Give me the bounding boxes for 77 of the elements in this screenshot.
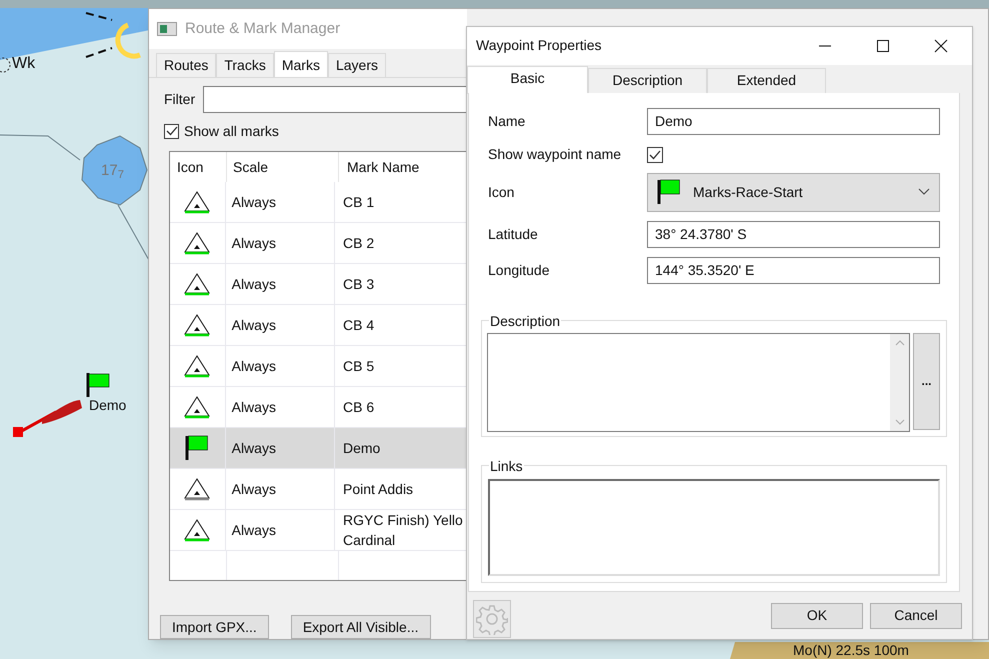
waypoint-label: Demo: [89, 396, 126, 415]
table-row[interactable]: Always CB 4: [170, 305, 467, 346]
icon-dropdown[interactable]: Marks-Race-Start: [647, 172, 940, 212]
table-cell-text: Always: [232, 438, 276, 458]
checkbox[interactable]: [647, 146, 663, 163]
depth-label: 17$_{7}$: [101, 161, 124, 182]
table-cell-text: Always: [232, 316, 276, 335]
button[interactable]: Export All Visible...: [290, 615, 430, 639]
filter-label: Filter: [164, 90, 196, 110]
window-title: Waypoint Properties: [476, 36, 603, 56]
table-cell-text: Always: [232, 480, 276, 499]
button[interactable]: Cancel: [870, 602, 962, 629]
window-app-icon: [157, 22, 177, 36]
checkbox-label: Show all marks: [184, 122, 279, 141]
table-cell-text: Always: [232, 398, 276, 417]
checkmark-icon: [166, 126, 178, 136]
table-cell-text: Always: [232, 356, 276, 376]
table-cell-text: CB 2: [343, 234, 376, 254]
table-cell-text: CB 1: [343, 193, 376, 212]
table-cell-text: Always: [232, 274, 276, 294]
table-cell-text: CB 3: [343, 275, 376, 294]
depth-area: [81, 135, 148, 206]
filter-field[interactable]: [203, 86, 467, 114]
flag-icon[interactable]: [86, 373, 110, 397]
close-icon[interactable]: [934, 38, 948, 53]
tab[interactable]: Layers: [328, 53, 386, 78]
tab[interactable]: Routes: [156, 53, 216, 78]
tab[interactable]: Extended: [707, 68, 826, 93]
field-label: Longitude: [488, 260, 551, 280]
table-cell-text: Always: [232, 520, 276, 540]
table-row[interactable]: Always CB 2: [170, 223, 467, 264]
tab[interactable]: Tracks: [216, 53, 274, 78]
table-row[interactable]: Always RGYC Finish) Yello Cardinal: [170, 510, 467, 552]
more-button[interactable]: ...: [913, 332, 940, 430]
table-cell-text: CB 6: [343, 398, 376, 418]
table-cell-text: Always: [232, 192, 276, 212]
boat-icon[interactable]: [13, 400, 82, 437]
table-cell-text: CB 4: [343, 316, 376, 336]
maximize-icon[interactable]: [876, 38, 890, 53]
dashed-line: [85, 12, 113, 58]
name-field[interactable]: Demo: [647, 108, 940, 135]
table-row[interactable]: Always CB 3: [170, 264, 467, 306]
light-sector-arc: [115, 22, 141, 59]
table-row[interactable]: Always CB 6: [170, 387, 467, 428]
table-cell-text: CB 5: [343, 357, 376, 376]
table-cell-text: Always: [232, 234, 276, 253]
table-row[interactable]: Always CB 1: [170, 182, 467, 224]
field-label: Show waypoint name: [488, 145, 622, 164]
table-row[interactable]: Always Demo: [170, 428, 467, 470]
light-label: Mo(N) 22.5s 100m: [793, 642, 909, 658]
place-label: Wk: [12, 54, 36, 74]
table-row[interactable]: Always CB 5: [170, 346, 467, 388]
checkbox[interactable]: [164, 124, 179, 139]
table-cell-text: Point Addis: [343, 480, 414, 500]
tab[interactable]: Marks: [274, 51, 328, 78]
field-label: Latitude: [488, 224, 539, 244]
field-label: Icon: [488, 182, 516, 202]
wreck-symbol: [0, 58, 10, 72]
window-title: Route & Mark Manager: [185, 18, 340, 39]
dropdown-value: Marks-Race-Start: [693, 182, 804, 202]
button[interactable]: OK: [771, 602, 863, 629]
table-cell-text: Demo: [343, 439, 382, 458]
field-label: Name: [488, 112, 526, 131]
table-cell-text: RGYC Finish) Yello Cardinal: [343, 511, 464, 550]
table-row[interactable]: Always Point Addis: [170, 469, 467, 510]
settings-icon: [476, 602, 508, 635]
chevron-down-icon: [918, 188, 930, 196]
links-list[interactable]: [488, 478, 940, 576]
flag-icon: [185, 435, 210, 462]
description-textarea[interactable]: [487, 332, 910, 432]
flag-icon: [657, 179, 681, 206]
checkmark-icon: [649, 150, 661, 160]
tab[interactable]: Basic: [467, 66, 588, 94]
latitude-field[interactable]: 38° 24.3780' S: [647, 220, 940, 248]
longitude-field[interactable]: 144° 35.3520' E: [647, 256, 940, 284]
button[interactable]: Import GPX...: [160, 615, 269, 639]
tab[interactable]: Description: [588, 68, 707, 93]
